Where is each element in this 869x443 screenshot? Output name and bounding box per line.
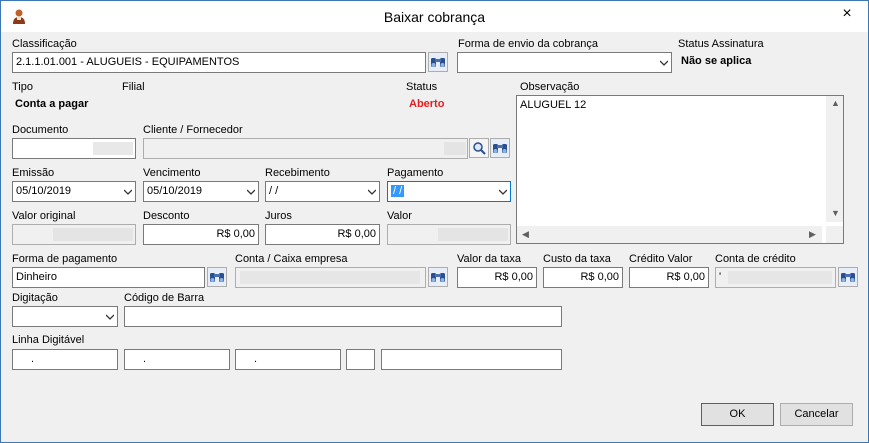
juros-label: Juros xyxy=(265,210,292,222)
conta-credito-field[interactable]: ' xyxy=(715,267,836,288)
vencimento-label: Vencimento xyxy=(143,167,201,179)
conta-caixa-search-button[interactable] xyxy=(428,267,448,287)
linha-digitavel-label: Linha Digitável xyxy=(12,334,85,346)
linha-digitavel-part-1[interactable]: . xyxy=(12,349,118,370)
observacao-vertical-scrollbar[interactable]: ▲ ▼ xyxy=(826,96,843,222)
status-assinatura-value: Não se aplica xyxy=(681,55,752,67)
observacao-text: ALUGUEL 12 xyxy=(520,99,587,111)
conta-caixa-field[interactable] xyxy=(235,267,426,288)
binoculars-icon xyxy=(431,273,445,282)
binoculars-icon xyxy=(493,144,507,153)
classificacao-label: Classificação xyxy=(12,38,77,50)
binoculars-icon xyxy=(210,273,224,282)
chevron-down-icon xyxy=(124,189,132,195)
desconto-field[interactable]: R$ 0,00 xyxy=(143,224,259,245)
status-value: Aberto xyxy=(409,98,445,110)
cliente-search-button[interactable] xyxy=(490,138,510,158)
cancel-button[interactable]: Cancelar xyxy=(780,403,853,426)
tipo-label: Tipo xyxy=(12,81,33,93)
window-title: Baixar cobrança xyxy=(383,9,486,25)
pagamento-date-picker[interactable]: / / xyxy=(387,181,511,202)
dialog-window: Baixar cobrança × Classificação 2.1.1.01… xyxy=(0,0,869,443)
digitacao-label: Digitação xyxy=(12,292,58,304)
scroll-right-icon: ▶ xyxy=(809,229,816,239)
conta-caixa-label: Conta / Caixa empresa xyxy=(235,253,348,265)
valor-field[interactable] xyxy=(387,224,511,245)
vencimento-date-picker[interactable]: 05/10/2019 xyxy=(143,181,259,202)
recebimento-label: Recebimento xyxy=(265,167,330,179)
digitacao-select[interactable] xyxy=(12,306,118,327)
forma-pagamento-search-button[interactable] xyxy=(207,267,227,287)
chevron-down-icon xyxy=(106,314,114,320)
forma-envio-label: Forma de envio da cobrança xyxy=(458,38,599,50)
classificacao-search-button[interactable] xyxy=(428,52,448,72)
scroll-corner xyxy=(826,226,843,243)
magnifier-icon xyxy=(473,142,486,155)
valor-label: Valor xyxy=(387,210,412,222)
chevron-down-icon xyxy=(660,60,668,66)
classificacao-field[interactable]: 2.1.1.01.001 - ALUGUEIS - EQUIPAMENTOS xyxy=(12,52,426,73)
linha-digitavel-part-3[interactable]: . xyxy=(235,349,341,370)
codigo-barra-field[interactable] xyxy=(124,306,562,327)
desconto-label: Desconto xyxy=(143,210,190,222)
chevron-down-icon xyxy=(499,189,507,195)
status-label: Status xyxy=(406,81,438,93)
title-bar: Baixar cobrança × xyxy=(1,1,868,32)
observacao-textarea[interactable]: ALUGUEL 12 ▲ ▼ ◀ ▶ xyxy=(516,95,844,244)
binoculars-icon xyxy=(841,273,855,282)
ok-button[interactable]: OK xyxy=(701,403,774,426)
cliente-field[interactable] xyxy=(143,138,468,159)
emissao-label: Emissão xyxy=(12,167,55,179)
juros-field[interactable]: R$ 0,00 xyxy=(265,224,380,245)
tipo-value: Conta a pagar xyxy=(15,98,89,110)
valor-taxa-field[interactable]: R$ 0,00 xyxy=(457,267,537,288)
valor-original-field[interactable] xyxy=(12,224,136,245)
credito-valor-label: Crédito Valor xyxy=(629,253,693,265)
forma-pagamento-field[interactable]: Dinheiro xyxy=(12,267,205,288)
cliente-label: Cliente / Fornecedor xyxy=(143,124,243,136)
linha-digitavel-part-4[interactable] xyxy=(346,349,375,370)
custo-taxa-label: Custo da taxa xyxy=(543,253,611,265)
observacao-label: Observação xyxy=(520,81,580,93)
linha-digitavel-part-2[interactable]: . xyxy=(124,349,230,370)
observacao-horizontal-scrollbar[interactable]: ◀ ▶ xyxy=(517,226,822,243)
chevron-down-icon xyxy=(247,189,255,195)
valor-original-label: Valor original xyxy=(12,210,76,222)
close-button[interactable]: × xyxy=(828,2,866,26)
chevron-down-icon xyxy=(368,189,376,195)
close-icon: × xyxy=(842,5,852,22)
documento-field[interactable] xyxy=(12,138,136,159)
forma-pagamento-label: Forma de pagamento xyxy=(12,253,118,265)
pagamento-label: Pagamento xyxy=(387,167,444,179)
emissao-date-picker[interactable]: 05/10/2019 xyxy=(12,181,136,202)
credito-valor-field[interactable]: R$ 0,00 xyxy=(629,267,709,288)
linha-digitavel-part-5[interactable] xyxy=(381,349,562,370)
forma-envio-select[interactable] xyxy=(457,52,672,73)
codigo-barra-label: Código de Barra xyxy=(124,292,205,304)
recebimento-date-picker[interactable]: / / xyxy=(265,181,380,202)
binoculars-icon xyxy=(431,58,445,67)
valor-taxa-label: Valor da taxa xyxy=(457,253,522,265)
conta-credito-search-button[interactable] xyxy=(838,267,858,287)
conta-credito-label: Conta de crédito xyxy=(715,253,796,265)
cliente-lookup-button[interactable] xyxy=(469,138,489,158)
status-assinatura-label: Status Assinatura xyxy=(678,38,764,50)
documento-label: Documento xyxy=(12,124,69,136)
scroll-up-icon: ▲ xyxy=(831,98,840,108)
filial-label: Filial xyxy=(122,81,145,93)
scroll-left-icon: ◀ xyxy=(522,229,529,239)
scroll-down-icon: ▼ xyxy=(831,208,840,218)
custo-taxa-field[interactable]: R$ 0,00 xyxy=(543,267,623,288)
